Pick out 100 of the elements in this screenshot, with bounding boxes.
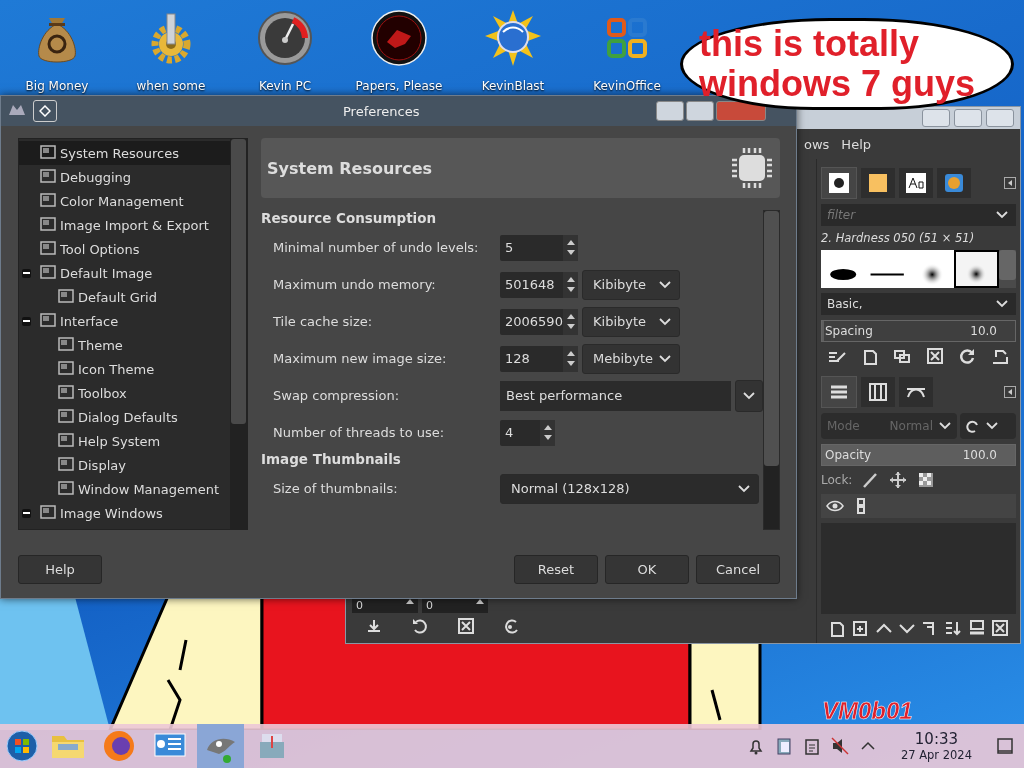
page-icon [39, 192, 57, 210]
delete-icon[interactable] [924, 347, 945, 365]
unit-dropdown[interactable]: Kibibyte [582, 269, 680, 300]
page-icon [39, 264, 57, 282]
spin-field[interactable]: 5 [500, 234, 578, 261]
increment-arrow-icon[interactable] [406, 599, 414, 604]
chevron-down-icon [659, 317, 671, 326]
dock-menu-icon[interactable] [1004, 177, 1016, 189]
collapse-icon[interactable] [22, 268, 31, 278]
delete-icon[interactable] [989, 619, 1010, 637]
minimize-button[interactable] [656, 101, 684, 121]
brush-name: 2. Hardness 050 (51 × 51) [821, 231, 976, 245]
window-title: Preferences [343, 103, 420, 119]
menu-item[interactable]: Help [841, 136, 871, 152]
opacity-slider[interactable]: Opacity 100.0 [821, 444, 1016, 466]
spin-field[interactable]: 501648 [500, 271, 578, 298]
offset-field[interactable]: 0 [422, 599, 488, 613]
dock-tab[interactable] [899, 168, 933, 198]
diamond-icon [39, 105, 51, 117]
tree-item[interactable]: Icon Theme [19, 357, 230, 381]
decrement-arrow-icon[interactable] [566, 250, 575, 255]
brush-preview[interactable] [954, 250, 999, 288]
composite-dropdown[interactable] [960, 413, 1016, 439]
clock[interactable]: 10:33 27 Apr 2024 [900, 730, 972, 762]
tree-item[interactable]: Default Grid [19, 285, 230, 309]
brush-preview[interactable] [821, 250, 866, 288]
channels-tab-icon [867, 381, 889, 403]
spacing-slider[interactable]: Spacing 10.0 [821, 320, 1016, 342]
spin-field[interactable]: 4 [500, 419, 555, 446]
scrollbar-thumb[interactable] [764, 211, 779, 466]
page-icon [57, 360, 75, 378]
dropdown-field[interactable]: Best performance [500, 380, 731, 411]
spin-field[interactable]: 2006590 [500, 308, 578, 335]
collapse-icon[interactable] [22, 316, 31, 326]
page-icon [39, 216, 57, 234]
dialog-button[interactable]: OK [605, 555, 689, 584]
increment-arrow-icon[interactable] [566, 277, 575, 282]
tree-item[interactable]: Theme [19, 333, 230, 357]
show-desktop-icon[interactable] [996, 737, 1014, 755]
merge-icon[interactable] [943, 619, 964, 637]
chevron-down-icon [939, 422, 951, 430]
tree-item[interactable]: Image Windows [19, 501, 230, 525]
menu-item[interactable]: ows [804, 136, 830, 152]
spin-field[interactable]: 128 [500, 345, 578, 372]
start-button[interactable] [6, 730, 38, 762]
increment-arrow-icon[interactable] [543, 425, 552, 430]
tree-item[interactable]: Tool Options [19, 237, 230, 261]
unit-dropdown[interactable]: Kibibyte [582, 306, 680, 337]
unit-dropdown[interactable]: Mebibyte [582, 343, 680, 374]
increment-arrow-icon[interactable] [566, 314, 575, 319]
duplicate-icon[interactable] [892, 347, 913, 365]
decrement-arrow-icon[interactable] [566, 324, 575, 329]
close-button[interactable] [716, 101, 766, 121]
dock-tab[interactable] [821, 376, 857, 408]
increment-arrow-icon[interactable] [476, 599, 484, 604]
dialog-button[interactable]: Help [18, 555, 102, 584]
tag-dropdown[interactable]: Basic, [821, 293, 1016, 315]
decrement-arrow-icon[interactable] [566, 361, 575, 366]
tree-item[interactable]: System Resources [19, 141, 230, 165]
clipboard-icon[interactable] [802, 737, 821, 755]
chevron-down-icon [659, 354, 671, 363]
lock-position-icon[interactable] [888, 471, 909, 489]
decrement-arrow-icon[interactable] [543, 435, 552, 440]
dock-tab[interactable] [937, 168, 971, 198]
tree-item[interactable]: Toolbox [19, 381, 230, 405]
page-icon [39, 240, 57, 258]
page-icon [57, 480, 75, 498]
muted-speaker-icon[interactable] [830, 737, 849, 755]
dialog-button[interactable]: Cancel [696, 555, 780, 584]
page-icon [39, 144, 57, 162]
dock-tab[interactable] [861, 168, 895, 198]
tree-item[interactable]: Dialog Defaults [19, 405, 230, 429]
tree-item[interactable]: Display [19, 453, 230, 477]
brush-preview[interactable] [909, 250, 955, 288]
dock-tab[interactable] [899, 377, 933, 407]
collapse-icon[interactable] [22, 508, 31, 518]
scrollbar-thumb[interactable] [231, 139, 246, 424]
decrement-arrow-icon[interactable] [566, 287, 575, 292]
page-icon [57, 408, 75, 426]
offset-field[interactable]: 0 [352, 599, 418, 613]
icon-label: Kevin PC [258, 78, 312, 94]
tree-item[interactable]: Default Image [19, 261, 230, 285]
maximize-button[interactable] [686, 101, 714, 121]
dropdown-field[interactable]: Normal (128x128) [500, 473, 759, 504]
tree-item[interactable]: Help System [19, 429, 230, 453]
pin-button[interactable] [33, 100, 57, 122]
tree-item[interactable]: Debugging [19, 165, 230, 189]
tree-item[interactable]: Image Import & Export [19, 213, 230, 237]
dialog-button[interactable]: Reset [514, 555, 598, 584]
tree-item[interactable]: Interface [19, 309, 230, 333]
increment-arrow-icon[interactable] [566, 351, 575, 356]
dock-tab[interactable] [821, 167, 857, 199]
chevron-down-icon [659, 280, 671, 289]
dock-menu-icon[interactable] [1004, 386, 1016, 398]
tree-item[interactable]: Color Management [19, 189, 230, 213]
increment-arrow-icon[interactable] [566, 240, 575, 245]
tree-item[interactable]: Window Management [19, 477, 230, 501]
clipboard-icon[interactable] [774, 737, 793, 755]
dropdown-button[interactable] [735, 379, 763, 412]
dock-tab[interactable] [861, 377, 895, 407]
